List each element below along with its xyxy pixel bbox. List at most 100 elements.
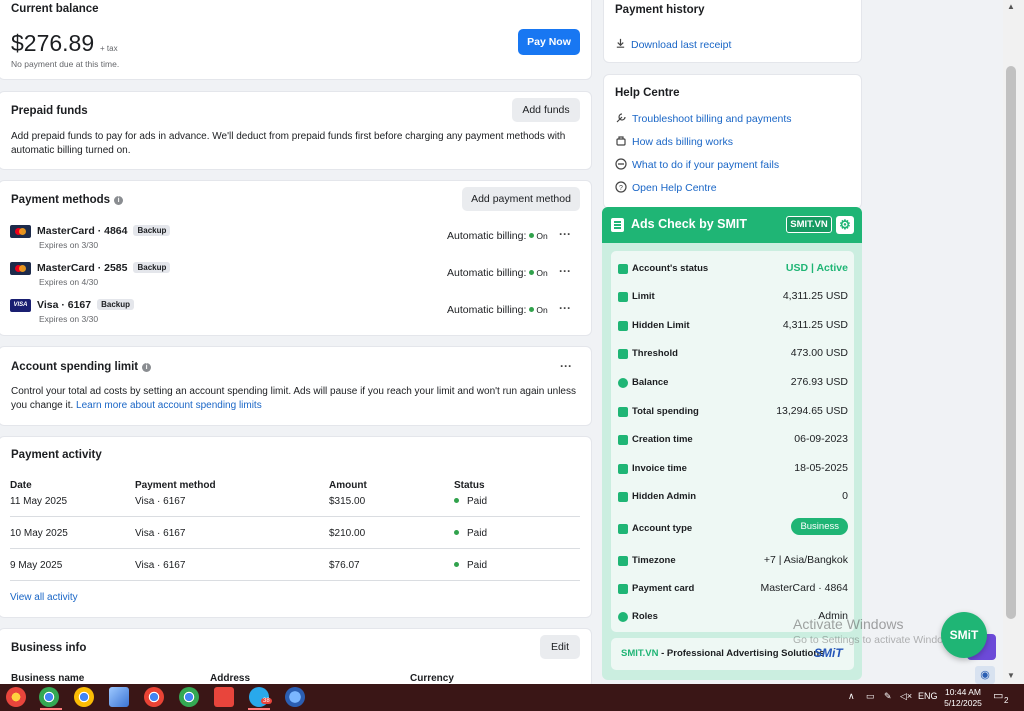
help-link-payment-fails[interactable]: What to do if your payment fails — [615, 158, 779, 171]
billing-label: Automatic billing: — [447, 267, 527, 279]
scroll-up-arrow-icon[interactable]: ▲ — [1005, 2, 1017, 12]
help-link-label: How ads billing works — [632, 136, 733, 148]
telegram-badge: 38 — [261, 698, 272, 704]
billing-label: Automatic billing: — [447, 304, 527, 316]
smit-floating-button[interactable]: SMiT — [941, 612, 987, 658]
payment-methods-title-text: Payment methods — [11, 194, 111, 206]
info-icon[interactable]: i — [114, 196, 124, 205]
download-icon — [616, 38, 625, 48]
scrollbar-thumb[interactable] — [1006, 66, 1016, 619]
gear-icon[interactable]: ⚙ — [836, 216, 854, 234]
telegram-icon[interactable] — [249, 687, 269, 707]
smit-vn-badge[interactable]: SMIT.VN — [786, 216, 832, 233]
col-header-status: Status — [454, 480, 485, 491]
current-balance-card: Current balance $276.89 + tax No payment… — [0, 0, 592, 80]
chrome-icon[interactable] — [144, 687, 164, 707]
file-app-icon[interactable] — [109, 687, 129, 707]
backup-badge: Backup — [133, 262, 171, 273]
more-options-icon[interactable]: ··· — [560, 359, 572, 373]
row-divider — [10, 580, 580, 581]
smit-info-list: Account's status USD | Active Limit 4,311.… — [611, 251, 854, 632]
smit-row-creation-time: Creation time 06-09-2023 — [618, 432, 848, 450]
chrome-profile-icon[interactable] — [6, 687, 26, 707]
help-link-billing[interactable]: How ads billing works — [615, 135, 733, 148]
download-receipt-link[interactable]: Download last receipt — [615, 38, 731, 51]
prepaid-funds-title: Prepaid funds — [11, 105, 88, 117]
add-payment-method-button[interactable]: Add payment method — [462, 187, 580, 211]
smit-row-limit: Limit 4,311.25 USD — [618, 289, 848, 307]
spending-limit-title-text: Account spending limit — [11, 361, 139, 373]
expiry-text: Expires on 3/30 — [39, 314, 99, 324]
smit-row-label: Limit — [632, 291, 655, 302]
billing-icon — [616, 136, 626, 146]
more-options-icon[interactable]: ··· — [559, 301, 571, 315]
account-icon — [618, 524, 628, 534]
tray-chevron-icon[interactable]: ∧ — [848, 691, 855, 702]
col-header-method: Payment method — [135, 480, 216, 491]
globe-icon[interactable]: ◉ — [975, 666, 995, 684]
payment-method-row: MasterCard · 4864 Backup Expires on 3/30 … — [10, 223, 580, 253]
chrome-icon[interactable] — [74, 687, 94, 707]
smit-row-threshold: Threshold 473.00 USD — [618, 346, 848, 364]
smit-row-label: Balance — [632, 377, 669, 388]
smit-row-timezone: Timezone +7 | Asia/Bangkok — [618, 553, 848, 571]
tax-label: + tax — [100, 44, 118, 53]
mastercard-icon — [10, 225, 31, 238]
row-date: 10 May 2025 — [10, 528, 68, 539]
add-funds-button[interactable]: Add funds — [512, 98, 580, 122]
shield-icon — [618, 492, 628, 502]
status-dot-icon — [529, 307, 535, 313]
help-link-label: What to do if your payment fails — [632, 159, 780, 171]
more-options-icon[interactable]: ··· — [559, 264, 571, 278]
row-status-text: Paid — [467, 528, 488, 539]
pay-now-button[interactable]: Pay Now — [518, 29, 580, 55]
edit-button[interactable]: Edit — [540, 635, 580, 659]
payment-method-row: VISA Visa · 6167 Backup Expires on 3/30 A… — [10, 297, 580, 327]
row-amount: $210.00 — [329, 528, 366, 539]
notification-icon[interactable]: ▭ — [993, 689, 1003, 702]
active-app-indicator — [40, 708, 62, 710]
smit-row-label: Threshold — [632, 348, 678, 359]
status-icon — [618, 264, 628, 274]
address-header: Address — [210, 673, 251, 684]
limit-icon — [618, 292, 628, 302]
chrome-icon[interactable] — [179, 687, 199, 707]
smit-row-value: +7 | Asia/Bangkok — [763, 554, 848, 566]
anydesk-icon[interactable] — [214, 687, 234, 707]
smit-row-label: Payment card — [632, 583, 695, 594]
smit-row-balance: Balance 276.93 USD — [618, 375, 848, 393]
paid-dot-icon — [454, 498, 459, 504]
scroll-down-arrow-icon[interactable]: ▼ — [1005, 671, 1017, 681]
network-icon[interactable]: ▭ — [866, 691, 875, 702]
row-method: Visa · 6167 — [135, 560, 186, 571]
smit-row-label: Timezone — [632, 555, 676, 566]
more-options-icon[interactable]: ··· — [559, 227, 571, 241]
roles-icon — [618, 612, 628, 622]
taskbar-clock[interactable]: 10:44 AM 5/12/2025 — [938, 687, 988, 709]
help-link-label: Troubleshoot billing and payments — [632, 113, 792, 125]
help-link-open-centre[interactable]: ? Open Help Centre — [615, 181, 717, 194]
windows-taskbar: 38 ∧ ▭ ✎ ◁× ENG 10:44 AM 5/12/2025 ▭ 2 — [0, 684, 1024, 711]
chrome-icon[interactable] — [39, 687, 59, 707]
row-method: Visa · 6167 — [135, 528, 186, 539]
smit-row-value: 473.00 USD — [790, 347, 848, 359]
help-link-troubleshoot[interactable]: Troubleshoot billing and payments — [615, 112, 792, 125]
smit-row-value: 4,311.25 USD — [782, 290, 848, 302]
smit-footer-text: SMIT.VN - Professional Advertising Solut… — [621, 648, 824, 659]
smit-row-value: 18-05-2025 — [794, 462, 848, 474]
pm-name-text: Visa · 6167 — [37, 299, 92, 311]
globe-app-icon[interactable] — [285, 687, 305, 707]
info-icon[interactable]: i — [142, 363, 152, 372]
smit-row-payment-card: Payment card MasterCard · 4864 — [618, 581, 848, 599]
billing-label: Automatic billing: — [447, 230, 527, 242]
volume-icon[interactable]: ◁× — [900, 691, 912, 702]
expiry-text: Expires on 3/30 — [39, 240, 99, 250]
view-all-activity-link[interactable]: View all activity — [10, 592, 78, 603]
pen-icon[interactable]: ✎ — [884, 691, 892, 702]
balance-icon — [618, 378, 628, 388]
language-indicator[interactable]: ENG — [918, 691, 938, 701]
smit-row-account-type: Account type Business — [618, 518, 848, 539]
visa-icon: VISA — [10, 299, 31, 312]
learn-more-link[interactable]: Learn more about account spending limits — [76, 400, 262, 411]
spending-icon — [618, 407, 628, 417]
